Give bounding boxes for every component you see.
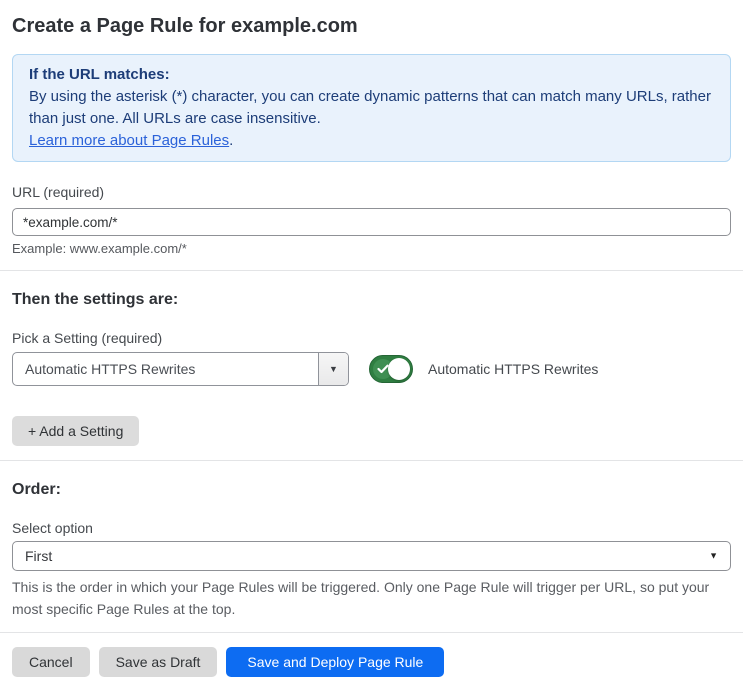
order-select-label: Select option	[12, 520, 93, 536]
cancel-button[interactable]: Cancel	[12, 647, 90, 677]
learn-more-link[interactable]: Learn more about Page Rules	[29, 132, 229, 149]
link-suffix: .	[229, 132, 234, 149]
setting-select-arrow-button[interactable]: ▼	[318, 353, 348, 385]
save-as-draft-button[interactable]: Save as Draft	[98, 647, 218, 677]
url-field-label: URL (required)	[12, 184, 105, 200]
setting-select[interactable]: Automatic HTTPS Rewrites ▼	[12, 352, 349, 386]
setting-select-value: Automatic HTTPS Rewrites	[25, 361, 196, 377]
pick-setting-label: Pick a Setting (required)	[12, 330, 163, 346]
page-rule-form: Create a Page Rule for example.com If th…	[0, 14, 743, 677]
order-section-heading: Order:	[12, 481, 61, 498]
page-title: Create a Page Rule for example.com	[12, 15, 358, 37]
toggle-label: Automatic HTTPS Rewrites	[428, 361, 599, 377]
order-select-value: First	[25, 548, 53, 564]
url-match-info-box: If the URL matches: By using the asteris…	[12, 54, 731, 162]
order-helper-text: This is the order in which your Page Rul…	[12, 579, 710, 617]
chevron-down-icon: ▼	[709, 550, 718, 561]
divider	[0, 460, 743, 461]
chevron-down-icon: ▼	[329, 363, 338, 374]
save-and-deploy-button[interactable]: Save and Deploy Page Rule	[226, 647, 445, 677]
order-select[interactable]: First ▼	[12, 541, 731, 571]
footer-actions: Cancel Save as Draft Save and Deploy Pag…	[12, 647, 731, 677]
add-setting-button[interactable]: + Add a Setting	[12, 416, 140, 446]
setting-row: Automatic HTTPS Rewrites ▼ Automatic HTT…	[12, 352, 731, 386]
info-box-heading: If the URL matches:	[29, 66, 170, 83]
divider	[0, 270, 743, 271]
info-box-link-line: Learn more about Page Rules.	[29, 130, 714, 152]
settings-section-heading: Then the settings are:	[12, 291, 179, 308]
setting-toggle[interactable]	[369, 355, 413, 383]
divider	[0, 632, 743, 633]
toggle-knob[interactable]	[388, 358, 410, 380]
url-example-helper: Example: www.example.com/*	[12, 241, 187, 256]
url-input[interactable]	[12, 208, 731, 236]
info-box-body: By using the asterisk (*) character, you…	[29, 88, 711, 127]
